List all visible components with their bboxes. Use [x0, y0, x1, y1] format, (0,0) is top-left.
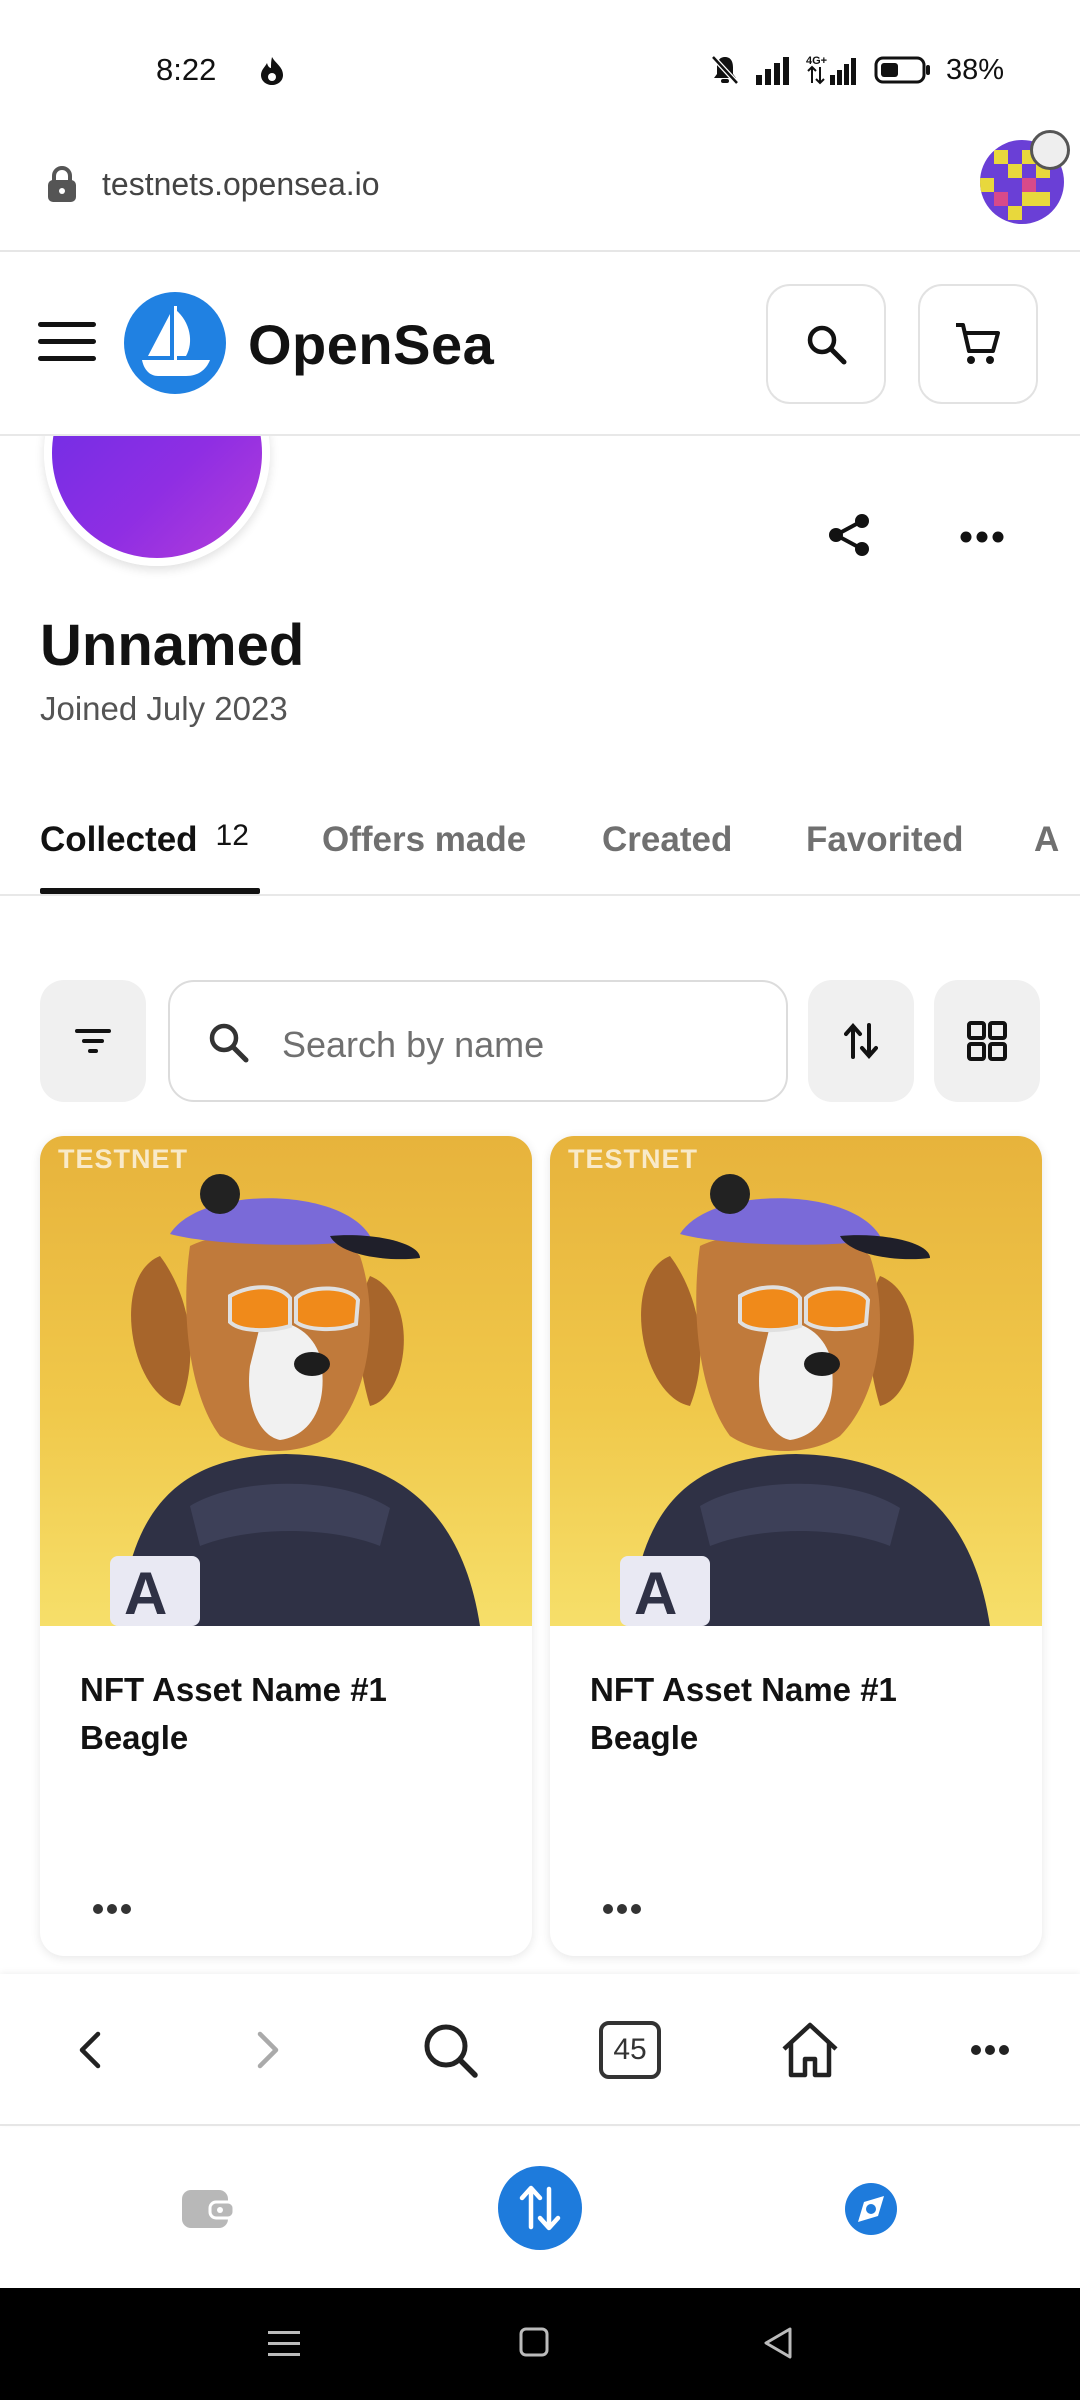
- home-button[interactable]: [772, 2012, 848, 2088]
- menu-icon[interactable]: [38, 322, 96, 366]
- swap-icon: [519, 2185, 561, 2231]
- profile-name: Unnamed: [40, 613, 305, 678]
- beagle-illustration: A: [110, 1174, 480, 1626]
- lock-icon: [48, 165, 76, 202]
- header-search-button[interactable]: [766, 284, 886, 404]
- home-icon: [782, 2022, 838, 2078]
- testnet-badge: TESTNET: [58, 1144, 189, 1174]
- nft-card[interactable]: A TESTNET NFT Asset Name #1 Beagle: [550, 1136, 1042, 1956]
- back-button[interactable]: [52, 2012, 128, 2088]
- swap-button[interactable]: [498, 2166, 582, 2250]
- browser-url-bar[interactable]: testnets.opensea.io: [0, 118, 1080, 252]
- signal-icon: [755, 57, 789, 85]
- home-nav-icon[interactable]: [518, 2326, 550, 2358]
- url-text[interactable]: testnets.opensea.io: [102, 166, 380, 203]
- browser-more-button[interactable]: [952, 2012, 1028, 2088]
- 4g-signal-icon: 4G+: [806, 55, 856, 85]
- nft-card[interactable]: A TESTNET NFT Asset Name #1 Beagle: [40, 1136, 532, 1956]
- grid-icon: [967, 1021, 1007, 1061]
- filter-button[interactable]: [40, 980, 146, 1102]
- flame-icon: [261, 57, 283, 85]
- more-icon[interactable]: [960, 530, 1004, 544]
- back-icon: [79, 2031, 101, 2069]
- explore-icon[interactable]: [844, 2182, 898, 2236]
- notification-dot: [1030, 130, 1070, 170]
- wallet-bar: [0, 2128, 1080, 2288]
- sort-arrows-icon: [844, 1022, 878, 1060]
- svg-text:A: A: [634, 1560, 677, 1626]
- filter-icon: [75, 1029, 111, 1053]
- opensea-header: OpenSea: [0, 254, 1080, 436]
- search-placeholder: Search by name: [282, 1024, 545, 1065]
- search-icon: [807, 325, 847, 365]
- joined-date: Joined July 2023: [40, 690, 288, 727]
- sort-button[interactable]: [808, 980, 914, 1102]
- brand-name[interactable]: OpenSea: [248, 312, 494, 377]
- search-input[interactable]: Search by name: [168, 980, 788, 1102]
- tab-label: Collected: [40, 820, 198, 859]
- more-icon[interactable]: [92, 1902, 132, 1916]
- active-tab-indicator: [40, 888, 260, 894]
- status-time: 8:22: [156, 52, 217, 87]
- tabs-icon: 45: [599, 2021, 661, 2079]
- android-navigation-bar: [0, 2288, 1080, 2400]
- testnet-badge: TESTNET: [568, 1144, 699, 1174]
- search-icon: [209, 1023, 249, 1063]
- tab-offers-made[interactable]: Offers made: [322, 820, 526, 860]
- svg-text:A: A: [124, 1560, 167, 1626]
- search-icon: [424, 2024, 478, 2078]
- nft-name: NFT Asset Name #1 Beagle: [590, 1671, 897, 1756]
- more-icon: [971, 2045, 1009, 2055]
- battery-percent: 38%: [945, 53, 1004, 86]
- more-icon[interactable]: [602, 1902, 642, 1916]
- forward-icon: [257, 2031, 279, 2069]
- tab-created[interactable]: Created: [602, 820, 732, 860]
- opensea-logo-icon[interactable]: [124, 292, 226, 394]
- tab-favorited[interactable]: Favorited: [806, 820, 964, 860]
- status-bar: 8:22 4G+ 38%: [0, 0, 1080, 110]
- wallet-icon[interactable]: [180, 2186, 236, 2232]
- browser-toolbar: 45: [0, 1974, 1080, 2126]
- nft-image[interactable]: A TESTNET: [40, 1136, 532, 1626]
- battery-icon: [874, 56, 930, 84]
- tab-count: 12: [215, 819, 249, 852]
- recents-icon[interactable]: [266, 2328, 302, 2360]
- beagle-illustration: A: [620, 1174, 990, 1626]
- svg-text:4G+: 4G+: [806, 55, 827, 67]
- back-nav-icon[interactable]: [762, 2326, 794, 2360]
- grid-view-button[interactable]: [934, 980, 1040, 1102]
- share-icon[interactable]: [826, 512, 872, 558]
- browser-search-button[interactable]: [412, 2012, 488, 2088]
- forward-button[interactable]: [230, 2012, 306, 2088]
- cart-button[interactable]: [918, 284, 1038, 404]
- profile-tabs: Collected 12 Offers made Created Favorite…: [0, 800, 1080, 896]
- tab-collected[interactable]: Collected 12: [40, 819, 249, 860]
- tab-activity-clipped[interactable]: A: [1034, 820, 1080, 860]
- tabs-button[interactable]: 45: [592, 2012, 668, 2088]
- mute-icon: [711, 55, 739, 85]
- cart-icon: [956, 323, 1000, 364]
- nft-name: NFT Asset Name #1 Beagle: [80, 1671, 387, 1756]
- nft-image[interactable]: A TESTNET: [550, 1136, 1042, 1626]
